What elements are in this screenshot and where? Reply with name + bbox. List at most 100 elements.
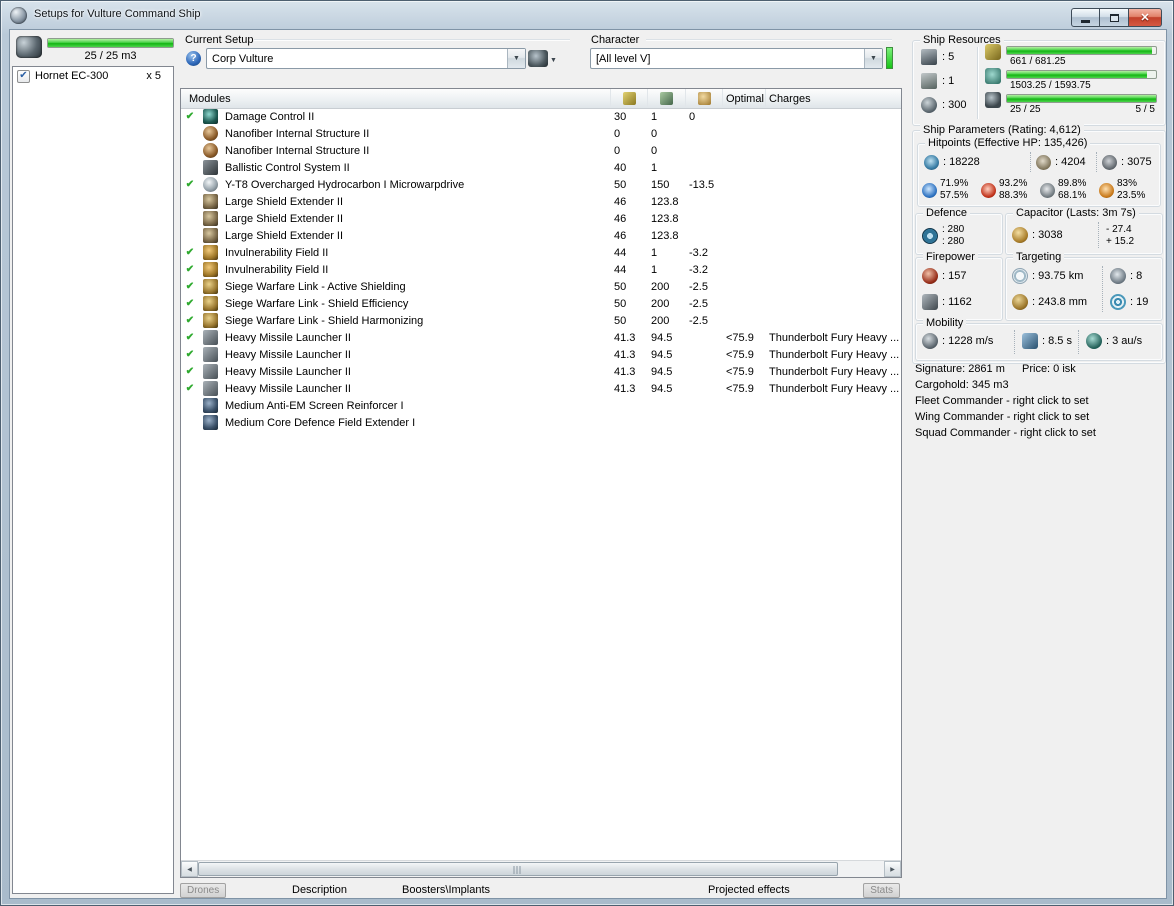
module-row[interactable]: ✔ Siege Warfare Link - Active Shielding 50… bbox=[181, 278, 901, 295]
tab-projected-effects[interactable]: Projected effects bbox=[708, 884, 790, 896]
minimize-button[interactable] bbox=[1071, 8, 1100, 27]
module-row[interactable]: ✔ Siege Warfare Link - Shield Harmonizing… bbox=[181, 312, 901, 329]
align-time-value: : 8.5 s bbox=[1042, 335, 1072, 347]
ship-parameters-group: Ship Parameters (Rating: 4,612) Hitpoint… bbox=[912, 124, 1166, 364]
module-row[interactable]: ✔ Siege Warfare Link - Shield Efficiency 5… bbox=[181, 295, 901, 312]
module-cpu: 50 bbox=[614, 314, 627, 327]
shield-extender-icon bbox=[202, 211, 218, 226]
module-name: Heavy Missile Launcher II bbox=[225, 365, 351, 378]
module-cap: -2.5 bbox=[689, 314, 708, 327]
squad-commander-text[interactable]: Squad Commander - right click to set bbox=[915, 427, 1096, 439]
tab-boosters-implants[interactable]: Boosters\Implants bbox=[402, 884, 490, 896]
module-row[interactable]: ✔ Heavy Missile Launcher II 41.3 94.5 <75.9 T… bbox=[181, 346, 901, 363]
close-icon bbox=[1140, 11, 1149, 24]
module-row[interactable]: ✔ Heavy Missile Launcher II 41.3 94.5 <75.9 T… bbox=[181, 329, 901, 346]
defence-value-top: : 280 bbox=[942, 224, 965, 235]
fleet-commander-text[interactable]: Fleet Commander - right click to set bbox=[915, 395, 1089, 407]
module-charges: Thunderbolt Fury Heavy ... bbox=[769, 348, 900, 361]
capacitor-column-header[interactable] bbox=[686, 89, 723, 108]
module-row[interactable]: ✔ Y-T8 Overcharged Hydrocarbon I Microwar… bbox=[181, 176, 901, 193]
module-row[interactable]: ✔ Invulnerability Field II 44 1 -3.2 bbox=[181, 244, 901, 261]
capacitor-title: Capacitor (Lasts: 3m 7s) bbox=[1013, 207, 1139, 219]
modules-column-header[interactable]: Modules bbox=[181, 89, 611, 108]
module-row[interactable]: Large Shield Extender II 46 123.8 bbox=[181, 210, 901, 227]
dronebay-bar bbox=[1006, 94, 1157, 103]
module-row[interactable]: Large Shield Extender II 46 123.8 bbox=[181, 227, 901, 244]
em-armor-resist: 57.5% bbox=[940, 190, 969, 201]
module-name: Heavy Missile Launcher II bbox=[225, 331, 351, 344]
module-row[interactable]: ✔ Invulnerability Field II 44 1 -3.2 bbox=[181, 261, 901, 278]
tab-drones[interactable]: Drones bbox=[180, 883, 227, 898]
module-name: Nanofiber Internal Structure II bbox=[225, 144, 370, 157]
drone-list-item[interactable]: Hornet EC-300 x 5 bbox=[13, 67, 173, 85]
help-icon[interactable] bbox=[186, 51, 201, 66]
module-active-check-icon: ✔ bbox=[185, 281, 195, 292]
divider bbox=[254, 39, 570, 40]
module-row[interactable]: ✔ Heavy Missile Launcher II 41.3 94.5 <75.9 T… bbox=[181, 363, 901, 380]
drone-list[interactable]: Hornet EC-300 x 5 bbox=[12, 66, 174, 894]
tab-description[interactable]: Description bbox=[292, 884, 347, 896]
chevron-down-icon[interactable] bbox=[864, 49, 882, 68]
charges-column-header[interactable]: Charges bbox=[766, 89, 901, 108]
module-row[interactable]: ✔ Damage Control II 30 1 0 bbox=[181, 108, 901, 125]
scroll-left-button[interactable] bbox=[181, 861, 198, 877]
nanofiber-structure-icon bbox=[202, 143, 218, 158]
drone-bay-capacity-text: 25 / 25 m3 bbox=[84, 50, 137, 62]
setup-select[interactable]: Corp Vulture bbox=[206, 48, 526, 69]
thermal-armor-resist: 88.3% bbox=[999, 190, 1028, 201]
module-cap: -2.5 bbox=[689, 280, 708, 293]
close-button[interactable] bbox=[1129, 8, 1162, 27]
price-text: Price: 0 isk bbox=[1022, 363, 1076, 375]
drone-bay-icon bbox=[16, 36, 42, 58]
chevron-down-icon bbox=[550, 53, 557, 65]
module-charges: Thunderbolt Fury Heavy ... bbox=[769, 382, 900, 395]
module-row[interactable]: Nanofiber Internal Structure II 0 0 bbox=[181, 142, 901, 159]
divider bbox=[1102, 266, 1103, 312]
module-optimal: <75.9 bbox=[726, 365, 754, 378]
module-cpu: 46 bbox=[614, 212, 627, 225]
horizontal-scrollbar[interactable] bbox=[181, 860, 901, 877]
armor-hp-value: : 4204 bbox=[1055, 156, 1086, 168]
module-cpu: 0 bbox=[614, 144, 621, 157]
max-velocity-stat: : 1228 m/s bbox=[922, 333, 993, 349]
module-name: Medium Anti-EM Screen Reinforcer I bbox=[225, 399, 404, 412]
invulnerability-field-icon bbox=[202, 262, 218, 277]
module-row[interactable]: Nanofiber Internal Structure II 0 0 bbox=[181, 125, 901, 142]
maximize-button[interactable] bbox=[1100, 8, 1129, 27]
module-pg: 200 bbox=[651, 297, 670, 310]
module-active-check-icon: ✔ bbox=[185, 349, 195, 360]
character-select[interactable]: [All level V] bbox=[590, 48, 883, 69]
module-pg: 1 bbox=[651, 110, 658, 123]
explosive-resists: 83% 23.5% bbox=[1099, 176, 1158, 204]
module-row[interactable]: Medium Anti-EM Screen Reinforcer I bbox=[181, 397, 901, 414]
siege-warfare-link-icon bbox=[202, 313, 218, 328]
module-row[interactable]: Large Shield Extender II 46 123.8 bbox=[181, 193, 901, 210]
optimal-column-header[interactable]: Optimal bbox=[723, 89, 766, 108]
tab-stats[interactable]: Stats bbox=[863, 883, 900, 898]
cpu-bar bbox=[1006, 46, 1157, 55]
structure-hp: : 3075 bbox=[1102, 152, 1152, 172]
title-bar[interactable]: Setups for Vulture Command Ship bbox=[1, 1, 1173, 29]
module-row[interactable]: Ballistic Control System II 40 1 bbox=[181, 159, 901, 176]
module-name: Heavy Missile Launcher II bbox=[225, 382, 351, 395]
drone-checkbox[interactable] bbox=[17, 69, 30, 83]
powergrid-column-header[interactable] bbox=[648, 89, 686, 108]
wing-commander-text[interactable]: Wing Commander - right click to set bbox=[915, 411, 1089, 423]
chevron-down-icon[interactable] bbox=[507, 49, 525, 68]
module-row[interactable]: ✔ Heavy Missile Launcher II 41.3 94.5 <75.9 T… bbox=[181, 380, 901, 397]
thermal-resists: 93.2% 88.3% bbox=[981, 176, 1040, 204]
module-pg: 1 bbox=[651, 161, 658, 174]
scroll-right-button[interactable] bbox=[884, 861, 901, 877]
scrollbar-thumb[interactable] bbox=[198, 862, 838, 876]
module-name: Ballistic Control System II bbox=[225, 161, 350, 174]
ship-select-button[interactable] bbox=[528, 48, 564, 69]
armor-hp: : 4204 bbox=[1036, 152, 1086, 172]
powergrid-bar bbox=[1006, 70, 1157, 79]
cpu-column-header[interactable] bbox=[611, 89, 648, 108]
module-name: Damage Control II bbox=[225, 110, 315, 123]
targeting-group: Targeting : 93.75 km : 8 : 243.8 mm : 19 bbox=[1005, 251, 1163, 321]
module-row[interactable]: Medium Core Defence Field Extender I bbox=[181, 414, 901, 431]
drone-bay-capacity-bar bbox=[47, 38, 174, 48]
nanofiber-structure-icon bbox=[202, 126, 218, 141]
module-pg: 150 bbox=[651, 178, 670, 191]
